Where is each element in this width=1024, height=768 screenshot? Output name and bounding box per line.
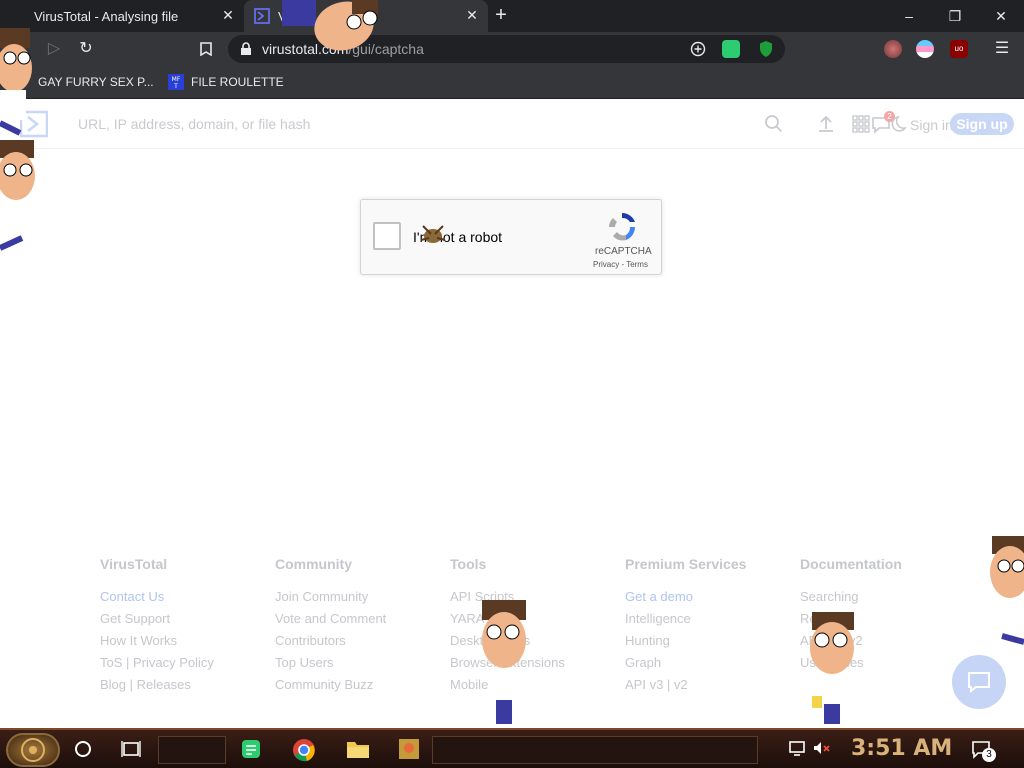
recaptcha-checkbox[interactable] [373,222,401,250]
footer-heading: Community [275,556,352,572]
apps-grid-icon[interactable] [851,114,871,134]
footer-link-contributors[interactable]: Contributors [275,632,445,654]
cartoon-man-sticker-icon [482,600,526,724]
footer-link-tos[interactable]: ToS | Privacy Policy [100,654,270,676]
bookmark-icon[interactable] [194,37,218,61]
signup-button[interactable]: Sign up [950,113,1014,135]
recaptcha-brand: reCAPTCHA [595,246,652,257]
restore-button[interactable]: ❐ [932,0,978,32]
upload-icon[interactable] [816,114,836,134]
search-input[interactable]: URL, IP address, domain, or file hash [78,116,310,132]
new-tab-button[interactable]: + [490,4,512,26]
screen: VirusTotal - Analysing file ✕ V ✕ + – ❐ … [0,0,1024,768]
taskbar-clock[interactable]: 3:51 AM [851,736,952,761]
signin-link[interactable]: Sign in [910,117,953,133]
svg-text:MF: MF [172,76,181,83]
virustotal-favicon-icon [254,8,270,24]
network-icon[interactable] [786,738,808,760]
cartoon-man-sticker-icon [810,612,854,724]
footer-link-hunting[interactable]: Hunting [625,632,795,654]
game-app-icon[interactable] [398,738,420,760]
recaptcha-terms-link[interactable]: Privacy - Terms [593,260,648,269]
footer-link-support[interactable]: Get Support [100,610,270,632]
cartoon-man-sticker-icon [990,536,1024,645]
cartoon-man-sticker-icon [0,140,35,251]
shield-extension-icon[interactable] [758,40,774,58]
forward-icon[interactable]: ▷ [42,37,66,61]
notes-app-icon[interactable] [240,738,262,760]
tab-strip: VirusTotal - Analysing file ✕ V ✕ + – ❐ … [0,0,1024,32]
close-window-button[interactable]: ✕ [978,0,1024,32]
menu-icon[interactable]: ☰ [990,37,1014,61]
minimize-button[interactable]: – [886,0,932,32]
footer-link-vote[interactable]: Vote and Comment [275,610,445,632]
cartoon-man-sticker-icon [282,0,378,51]
footer-col-premium: Premium Services Get a demo Intelligence… [625,556,795,698]
bookmark-gay-furry[interactable]: GAY FURRY SEX P... [38,73,154,91]
footer-link-how-it-works[interactable]: How It Works [100,632,270,654]
start-button[interactable] [6,733,60,767]
footer-col-virustotal: VirusTotal Contact Us Get Support How It… [100,556,270,698]
footer-link-buzz[interactable]: Community Buzz [275,676,445,698]
bookmark-label: FILE ROULETTE [191,75,284,89]
taskbar: 3:51 AM 3 [0,728,1024,768]
recaptcha-logo-icon [609,213,635,241]
add-circle-icon[interactable] [690,41,706,57]
task-view-icon[interactable] [120,738,142,760]
tab-close-icon[interactable]: ✕ [220,7,236,23]
green-extension-icon[interactable] [722,40,740,58]
footer-heading: Documentation [800,556,902,572]
bug-sticker-icon [420,225,446,243]
footer-link-top-users[interactable]: Top Users [275,654,445,676]
mft-favicon-icon: MF T [168,74,184,90]
footer-link-contact[interactable]: Contact Us [100,588,270,610]
footer-link-join[interactable]: Join Community [275,588,445,610]
footer-heading: Premium Services [625,556,747,572]
cartoon-man-sticker-icon [0,28,32,136]
taskbar-running-area [432,736,758,764]
search-icon[interactable] [764,114,784,134]
chat-icon [968,672,990,694]
footer-heading: VirusTotal [100,556,168,572]
recaptcha-widget: I'm not a robot reCAPTCHA Privacy - Term… [360,199,662,275]
bookmark-label: GAY FURRY SEX P... [38,75,154,89]
bookmark-file-roulette[interactable]: MF T FILE ROULETTE [168,73,284,91]
flag-extension-icon[interactable] [916,40,934,58]
browser-toolbar: ▷ ↻ virustotal.com/gui/captcha uo ☰ [0,32,1024,66]
volume-muted-icon[interactable] [810,738,832,760]
footer-col-community: Community Join Community Vote and Commen… [275,556,445,698]
footer-heading: Tools [450,556,487,572]
tab-close-icon[interactable]: ✕ [464,7,480,23]
start-orb-icon [21,738,45,762]
ublock-extension-icon[interactable]: uo [950,40,968,58]
dark-mode-icon[interactable] [891,114,911,134]
footer-link-api[interactable]: API v3 | v2 [625,676,795,698]
tab-title: VirusTotal - Analysing file [34,8,179,24]
bookmarks-bar: GAY FURRY SEX P... MF T FILE ROULETTE [0,66,1024,99]
notification-count-badge: 3 [982,748,996,762]
taskbar-widget [158,736,226,764]
reload-icon[interactable]: ↻ [74,37,98,61]
site-header: URL, IP address, domain, or file hash 2 [0,99,1024,149]
footer-link-searching[interactable]: Searching [800,588,970,610]
footer-link-graph[interactable]: Graph [625,654,795,676]
chat-button[interactable] [952,655,1006,709]
chrome-icon[interactable] [292,738,315,762]
file-explorer-icon[interactable] [346,738,369,760]
search-circle-icon[interactable] [72,738,94,760]
footer-link-demo[interactable]: Get a demo [625,588,795,610]
lock-icon [241,42,251,55]
avatar-extension-icon[interactable] [884,40,902,58]
footer-link-blog[interactable]: Blog | Releases [100,676,270,698]
footer-link-intelligence[interactable]: Intelligence [625,610,795,632]
svg-text:T: T [173,83,178,90]
